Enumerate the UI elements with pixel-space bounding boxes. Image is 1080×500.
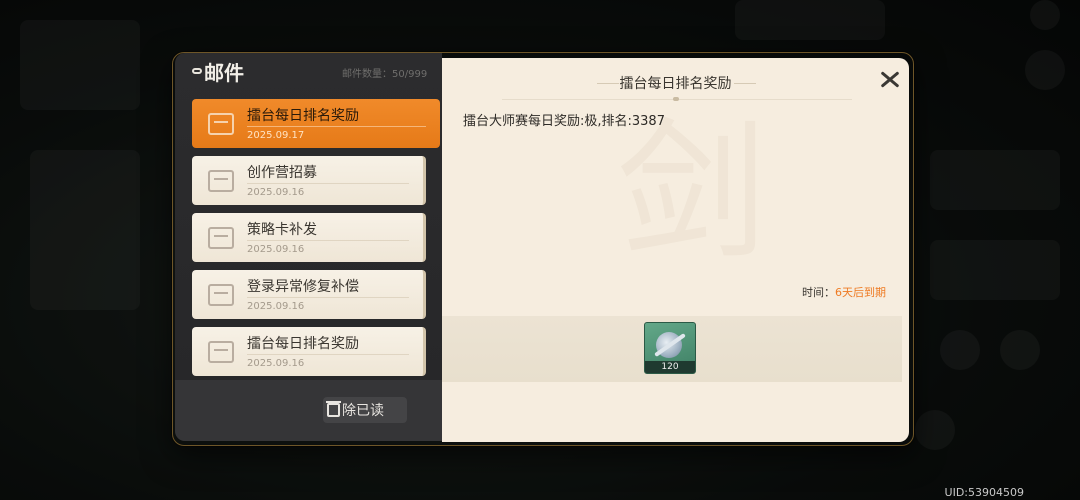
- reward-item[interactable]: 120: [644, 322, 696, 374]
- divider: [247, 183, 409, 184]
- divider: [247, 126, 426, 127]
- envelope-icon: [208, 170, 234, 192]
- mail-subject: 擂台每日排名奖励: [247, 108, 359, 124]
- mail-detail-title: 擂台每日排名奖励: [619, 76, 732, 92]
- mail-list-item[interactable]: 创作营招募 2025.09.16: [192, 156, 426, 205]
- mail-subject: 创作营招募: [247, 165, 317, 181]
- mail-title: 邮件: [204, 61, 244, 85]
- expiry-value: 6天后到期: [835, 286, 886, 299]
- title-decoration-icon: [192, 68, 202, 74]
- mail-list-item[interactable]: 擂台每日排名奖励 2025.09.16: [192, 327, 426, 376]
- envelope-icon: [208, 341, 234, 363]
- mail-list-item[interactable]: 登录异常修复补偿 2025.09.16: [192, 270, 426, 319]
- mail-date: 2025.09.16: [247, 301, 305, 312]
- title-ornament: [734, 83, 756, 84]
- divider-ornament: [673, 97, 679, 101]
- expiry-label: 时间：: [802, 286, 835, 299]
- mail-list-item[interactable]: 策略卡补发 2025.09.16: [192, 213, 426, 262]
- expiry-row: 时间：6天后到期: [802, 284, 886, 300]
- mail-date: 2025.09.16: [247, 244, 305, 255]
- player-uid: UID:53904509: [944, 486, 1024, 499]
- sword-token-icon: [656, 332, 682, 358]
- watermark-emblem: 剑: [617, 106, 768, 280]
- mail-list-item[interactable]: 擂台每日排名奖励 2025.09.17: [192, 99, 440, 148]
- mail-date: 2025.09.17: [247, 130, 305, 141]
- close-icon[interactable]: [879, 68, 901, 90]
- mail-date: 2025.09.16: [247, 358, 305, 369]
- mail-subject: 策略卡补发: [247, 222, 317, 238]
- reward-area: 120: [442, 316, 902, 382]
- divider: [247, 354, 409, 355]
- mail-date: 2025.09.16: [247, 187, 305, 198]
- envelope-icon: [208, 113, 234, 135]
- divider: [247, 297, 409, 298]
- envelope-icon: [208, 284, 234, 306]
- mail-subject: 擂台每日排名奖励: [247, 336, 359, 352]
- mail-content: 擂台大师赛每日奖励:极,排名:3387: [463, 114, 665, 129]
- mail-list-panel: 邮件 邮件数量：50/999 擂台每日排名奖励 2025.09.17 创作营招募…: [175, 53, 442, 441]
- mail-detail-panel: 剑 擂台每日排名奖励 擂台大师赛每日奖励:极,排名:3387 时间：6天后到期 …: [442, 58, 909, 442]
- envelope-icon: [208, 227, 234, 249]
- reward-quantity: 120: [645, 361, 695, 373]
- divider: [247, 240, 409, 241]
- mail-count: 邮件数量：50/999: [342, 69, 428, 80]
- mail-subject: 登录异常修复补偿: [247, 279, 359, 295]
- delete-read-button[interactable]: 除已读: [323, 397, 407, 423]
- trash-icon: [326, 401, 341, 417]
- delete-read-label: 除已读: [342, 403, 384, 419]
- mail-list-footer: 除已读: [175, 380, 442, 441]
